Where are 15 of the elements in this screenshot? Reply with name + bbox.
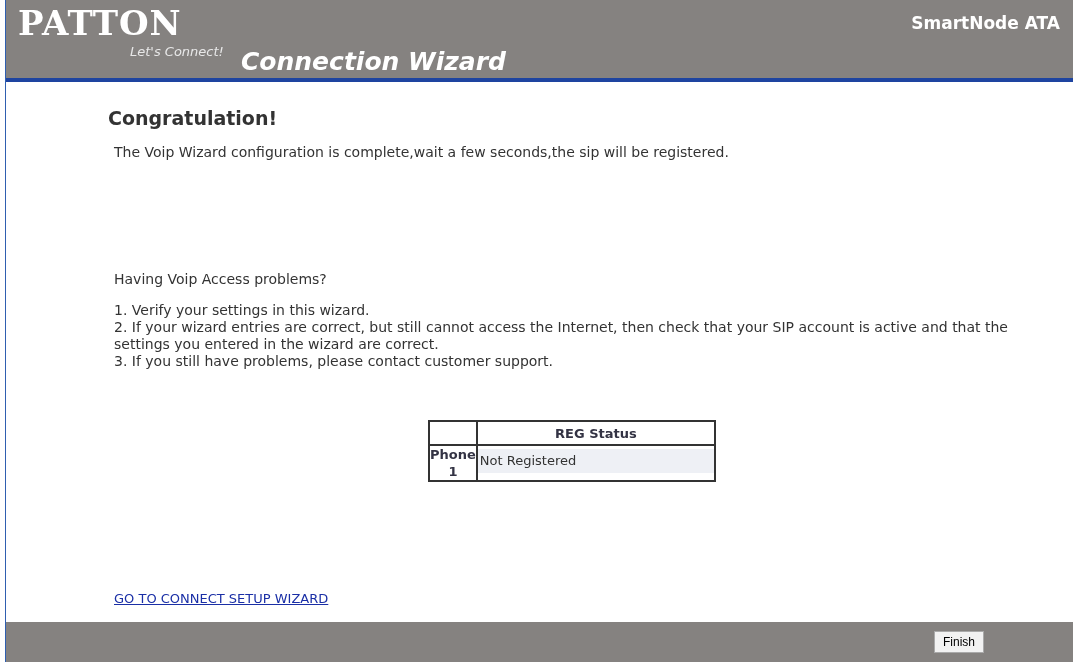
help-title: Having Voip Access problems?: [114, 271, 328, 288]
heading: Congratulation!: [108, 106, 279, 130]
table-cell: Not Registered: [477, 449, 714, 473]
help-step: 3. If you still have problems, please contact customer support.: [114, 353, 1044, 370]
help-step: 2. If your wizard entries are correct, but still cannot access the Internet, then check that your SIP account is active and that the settings you entered in the wizard are correct.: [114, 319, 1044, 353]
row-header: Phone 1: [429, 445, 477, 481]
help-step: 1. Verify your settings in this wizard.: [114, 302, 1044, 319]
page-title: Connection Wizard: [241, 47, 506, 78]
message-text: The Voip Wizard configuration is complete,wait a few seconds,the sip will be registered.: [114, 144, 730, 161]
column-header: REG Status: [476, 421, 715, 445]
logo-tagline: Let's Connect!: [130, 44, 225, 59]
finish-button[interactable]: Finish: [934, 631, 984, 653]
logo-wordmark: PATTON: [18, 4, 182, 42]
setup-wizard-link[interactable]: GO TO CONNECT SETUP WIZARD: [114, 591, 329, 606]
product-name: SmartNode ATA: [911, 12, 1061, 35]
